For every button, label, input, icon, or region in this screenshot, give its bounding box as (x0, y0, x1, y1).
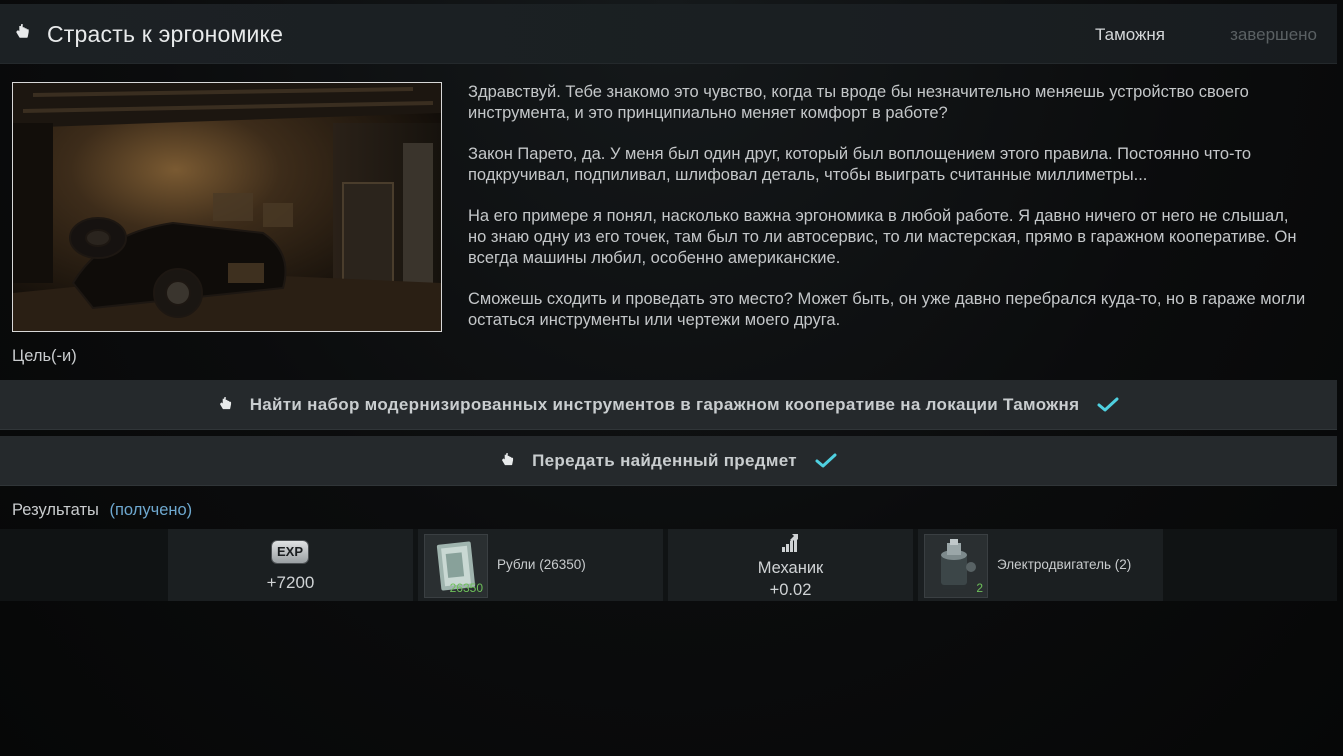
hand-pointer-icon (219, 396, 231, 409)
quest-title: Страсть к эргономике (47, 21, 284, 47)
quest-location: Таможня (1095, 25, 1165, 44)
description-paragraph: Закон Парето, да. У меня был один друг, … (468, 145, 1252, 184)
reward-roubles[interactable]: 26350 Рубли (26350) (418, 529, 663, 601)
roubles-count: 26350 (449, 581, 483, 595)
motor-count: 2 (976, 581, 983, 595)
results-title: Результаты (12, 501, 99, 519)
description-paragraph: На его примере я понял, насколько важна … (468, 207, 1297, 267)
garage-scene-image (13, 83, 441, 331)
hand-pointer-icon (502, 452, 514, 465)
objective-text: Передать найденный предмет (532, 450, 797, 470)
checkmark-icon (815, 453, 837, 467)
roubles-name: Рубли (26350) (497, 557, 586, 572)
exp-value: +7200 (266, 573, 315, 592)
checkmark-icon (1097, 397, 1119, 411)
quest-image (12, 82, 442, 332)
description-paragraph: Здравствуй. Тебе знакомо это чувство, ко… (468, 83, 1249, 122)
motor-name: Электродвигатель (2) (997, 557, 1132, 572)
exp-icon: EXP (272, 541, 308, 563)
roubles-item-slot[interactable]: 26350 (424, 534, 488, 598)
objective-hand-over-item[interactable]: Передать найденный предмет (0, 436, 1337, 486)
reward-skill[interactable]: Механик +0.02 (668, 529, 913, 601)
results-label: Результаты (получено) (12, 501, 192, 520)
description-paragraph: Сможешь сходить и проведать это место? М… (468, 290, 1306, 329)
quest-page: Страсть к эргономике Таможня завершено З… (0, 0, 1343, 756)
skill-value: +0.02 (769, 581, 812, 599)
results-received: (получено) (109, 501, 193, 519)
reward-motor[interactable]: 2 Электродвигатель (2) (918, 529, 1163, 601)
goals-label: Цель(-и) (12, 347, 77, 365)
skill-mechanic-icon (782, 534, 798, 552)
hand-pointer-icon (16, 24, 29, 38)
quest-header[interactable]: Страсть к эргономике Таможня завершено (0, 4, 1337, 64)
objective-find-tools[interactable]: Найти набор модернизированных инструмент… (0, 380, 1337, 430)
motor-item-slot[interactable]: 2 (924, 534, 988, 598)
quest-status: завершено (1230, 25, 1317, 44)
quest-description: Здравствуй. Тебе знакомо это чувство, ко… (468, 82, 1308, 351)
rewards-row: EXP +7200 26350 Рубли (26350) Механик +0… (0, 529, 1337, 601)
skill-name: Механик (757, 559, 824, 577)
reward-exp[interactable]: EXP +7200 (168, 529, 413, 601)
objective-text: Найти набор модернизированных инструмент… (249, 394, 1080, 414)
